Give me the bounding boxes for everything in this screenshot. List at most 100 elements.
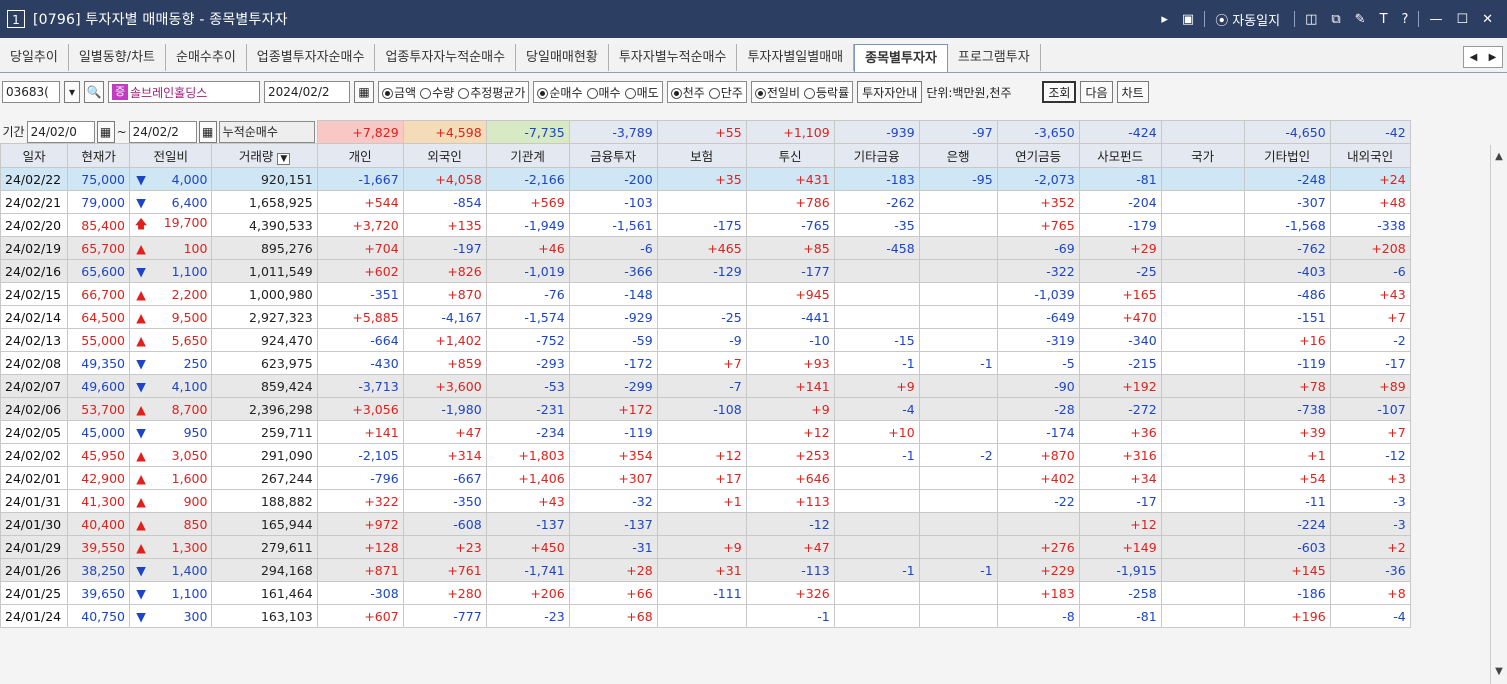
up-triangle-icon: ▲ [136, 240, 146, 256]
column-header[interactable]: 투신 [745, 143, 835, 168]
date-cell: 24/02/07 [0, 374, 69, 398]
next-button[interactable]: 다음 [1080, 81, 1113, 103]
column-header[interactable]: 기타금융 [833, 143, 920, 168]
radio-average-price[interactable]: 추정평균가 [458, 84, 525, 101]
table-row[interactable]: 24/01/31 41,300 ▲ 900 188,882 +322 -350 +43 -32 +… [0, 489, 1411, 513]
arrow-right-icon[interactable]: ▸ [1157, 12, 1172, 27]
search-icon[interactable]: 🔍 [84, 81, 104, 103]
table-row[interactable]: 24/01/30 40,400 ▲ 850 165,944 +972 -608 -137 -13… [0, 512, 1411, 536]
table-row[interactable]: 24/02/02 45,950 ▲ 3,050 291,090 -2,105 +314 +1,… [0, 443, 1411, 467]
memo-icon[interactable]: ▣ [1178, 12, 1198, 27]
table-row[interactable]: 24/02/15 66,700 ▲ 2,200 1,000,980 -351 +870 -76… [0, 282, 1411, 306]
column-header[interactable]: 국가 [1160, 143, 1245, 168]
table-row[interactable]: 24/01/25 39,650 ▼ 1,100 161,464 -308 +280 +206 +… [0, 581, 1411, 605]
column-header[interactable]: 내외국인 [1329, 143, 1411, 168]
table-row[interactable]: 24/02/08 49,350 ▼ 250 623,975 -430 +859 -293 -17… [0, 351, 1411, 375]
table-row[interactable]: 24/02/16 65,600 ▼ 1,100 1,011,549 +602 +826 -1,… [0, 259, 1411, 283]
column-header[interactable]: 금융투자 [568, 143, 658, 168]
column-header[interactable]: 기타법인 [1243, 143, 1331, 168]
pin-icon[interactable]: ✎ [1351, 12, 1370, 27]
period-to-input[interactable]: 24/02/2 [128, 120, 197, 143]
tab-left-icon[interactable]: ◀ [1470, 52, 1478, 63]
table-row[interactable]: 24/01/29 39,550 ▲ 1,300 279,611 +128 +23 +450 -3… [0, 535, 1411, 559]
table-row[interactable]: 24/02/01 42,900 ▲ 1,600 267,244 -796 -667 +1,40… [0, 466, 1411, 490]
code-dropdown-icon[interactable]: ▾ [64, 81, 80, 103]
radio-sell[interactable]: 매도 [624, 84, 659, 101]
tab-1[interactable]: 일별동향/차트 [69, 44, 166, 71]
table-row[interactable]: 24/02/21 79,000 ▼ 6,400 1,658,925 +544 -854 +56… [0, 190, 1411, 214]
column-header[interactable]: 기관계 [485, 143, 570, 168]
tab-7[interactable]: 투자자별일별매매 [737, 44, 855, 71]
table-row[interactable]: 24/02/22 75,000 ▼ 4,000 920,151 -1,667 +4,058-… [0, 167, 1411, 191]
stock-name-field[interactable]: 증 솔브레인홀딩스 [108, 81, 260, 103]
investor-guide-button[interactable]: 투자자안내 [857, 81, 923, 103]
radio-amount[interactable]: 금액 [382, 84, 416, 101]
column-header[interactable]: 외국인 [402, 143, 487, 168]
volume-cell: 1,000,980 [211, 282, 318, 306]
table-row[interactable]: 24/02/13 55,000 ▲ 5,650 924,470 -664 +1,402 -75… [0, 328, 1411, 352]
radio-net-buy[interactable]: 순매수 [537, 84, 583, 101]
column-header[interactable]: 사모펀드 [1078, 143, 1162, 168]
period-from-input[interactable]: 24/02/0 [26, 120, 95, 143]
tab-9[interactable]: 프로그램투자 [948, 44, 1041, 71]
investor-value-cell [918, 397, 998, 421]
radio-single-shares[interactable]: 단주 [708, 84, 743, 101]
column-header[interactable]: 거래량 ▼ [211, 143, 318, 168]
scroll-down-icon[interactable]: ▼ [1491, 664, 1507, 680]
column-header[interactable]: 연기금등 [996, 143, 1080, 168]
calendar-icon[interactable]: ▦ [354, 81, 374, 103]
column-header[interactable]: 은행 [918, 143, 998, 168]
radio-thousand-shares[interactable]: 천주 [670, 84, 705, 101]
font-icon[interactable]: T [1376, 12, 1392, 27]
investor-value-cell: -36 [1329, 558, 1411, 582]
summary-cell: +4,598 [402, 120, 487, 144]
layout-icon[interactable]: ◫ [1301, 12, 1321, 27]
tab-6[interactable]: 투자자별누적순매수 [609, 44, 738, 71]
column-header[interactable]: 일자 [0, 143, 69, 168]
volume-dropdown-icon[interactable]: ▼ [277, 153, 291, 165]
table-row[interactable]: 24/02/14 64,500 ▲ 9,500 2,927,323 +5,885 -4,16… [0, 305, 1411, 329]
investor-value-cell: +9 [656, 535, 747, 559]
column-header[interactable]: 개인 [316, 143, 404, 168]
maximize-icon[interactable]: ☐ [1452, 12, 1472, 27]
minimize-icon[interactable]: — [1425, 12, 1446, 27]
table-row[interactable]: 24/02/06 53,700 ▲ 8,700 2,396,298 +3,056 -1,98… [0, 397, 1411, 421]
date-input[interactable]: 2024/02/2 [264, 81, 350, 103]
query-button[interactable]: 조회 [1042, 81, 1077, 103]
scroll-up-icon[interactable]: ▲ [1491, 149, 1507, 165]
radio-change-rate[interactable]: 등락률 [804, 84, 849, 101]
restore-window-icon[interactable]: ⧉ [1327, 12, 1344, 27]
table-row[interactable]: 24/02/20 85,400 🡅 19,700 4,390,533 +3,720 +135… [0, 213, 1411, 237]
radio-buy[interactable]: 매수 [586, 84, 621, 101]
investor-value-cell: +135 [402, 213, 487, 237]
help-icon[interactable]: ? [1398, 12, 1413, 27]
calendar-to-icon[interactable]: ▦ [198, 120, 217, 143]
radio-quantity[interactable]: 수량 [420, 84, 454, 101]
vertical-scrollbar[interactable]: ▲ ▼ [1490, 145, 1507, 684]
tab-2[interactable]: 순매수추이 [166, 44, 247, 71]
column-header[interactable]: 현재가 [67, 143, 130, 168]
tab-right-icon[interactable]: ▶ [1489, 52, 1497, 63]
table-row[interactable]: 24/02/19 65,700 ▲ 100 895,276 +704 -197 +46 -6 +4… [0, 236, 1411, 260]
table-row[interactable]: 24/02/05 45,000 ▼ 950 259,711 +141 +47 -234 -119… [0, 420, 1411, 444]
table-row[interactable]: 24/01/26 38,250 ▼ 1,400 294,168 +871 +761 -1,74… [0, 558, 1411, 582]
tab-0[interactable]: 당일추이 [0, 44, 69, 71]
period-label: 기간 [2, 125, 25, 140]
tab-scroll-arrows[interactable]: ◀ ▶ [1463, 46, 1503, 68]
table-row[interactable]: 24/02/07 49,600 ▼ 4,100 859,424 -3,713 +3,600-… [0, 374, 1411, 398]
tab-4[interactable]: 업종투자자누적순매수 [375, 44, 517, 71]
column-header[interactable]: 보험 [656, 143, 747, 168]
radio-prev-day[interactable]: 전일비 [754, 84, 800, 101]
tab-5[interactable]: 당일매매현황 [516, 44, 609, 71]
table-row[interactable]: 24/01/24 40,750 ▼ 300 163,103 +607 -777 -23 +68 -… [0, 604, 1411, 628]
tab-8[interactable]: 종목별투자자 [854, 44, 948, 72]
tab-3[interactable]: 업종별투자자순매수 [247, 44, 376, 71]
column-header[interactable]: 전일비 [128, 143, 213, 168]
investor-value-cell: -148 [568, 282, 658, 306]
stock-code-input[interactable]: 03683( [2, 81, 60, 103]
auto-journal-button[interactable]: ⦿ 자동일지 [1211, 10, 1288, 29]
chart-button[interactable]: 차트 [1116, 81, 1149, 103]
calendar-from-icon[interactable]: ▦ [96, 120, 115, 143]
investor-value-cell: -31 [568, 535, 658, 559]
close-icon[interactable]: ✕ [1478, 12, 1497, 27]
